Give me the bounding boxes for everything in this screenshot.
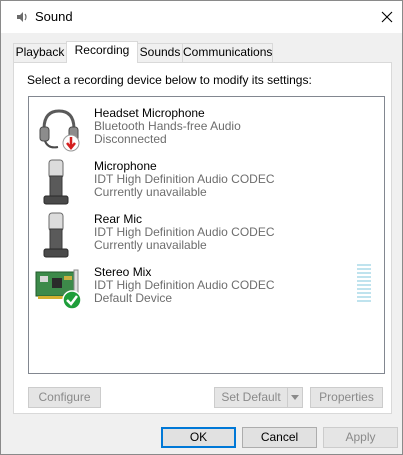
close-icon: [381, 11, 393, 23]
device-name: Headset Microphone: [94, 106, 205, 120]
tab-playback[interactable]: Playback: [13, 43, 67, 62]
device-status: Disconnected: [94, 132, 167, 146]
headset-microphone-icon: [39, 109, 80, 152]
set-default-button[interactable]: Set Default: [214, 387, 288, 408]
chevron-down-icon: [291, 395, 299, 400]
microphone-icon: [43, 212, 69, 258]
device-description: IDT High Definition Audio CODEC: [94, 172, 275, 186]
list-item-rear-mic[interactable]: Rear Mic IDT High Definition Audio CODEC…: [32, 207, 382, 260]
tab-recording[interactable]: Recording: [66, 41, 138, 63]
tab-sounds[interactable]: Sounds: [137, 43, 183, 62]
device-status: Currently unavailable: [94, 185, 207, 199]
ok-button[interactable]: OK: [161, 427, 236, 448]
sound-card-icon: [35, 269, 82, 310]
device-status: Currently unavailable: [94, 238, 207, 252]
list-item-microphone[interactable]: Microphone IDT High Definition Audio COD…: [32, 154, 382, 207]
configure-button[interactable]: Configure: [28, 387, 101, 408]
list-item-stereo-mix[interactable]: Stereo Mix IDT High Definition Audio COD…: [32, 260, 382, 313]
device-list[interactable]: Headset Microphone Bluetooth Hands-free …: [28, 96, 385, 374]
device-description: IDT High Definition Audio CODEC: [94, 225, 275, 239]
speaker-icon: [17, 12, 27, 22]
device-name: Stereo Mix: [94, 265, 152, 279]
cancel-button[interactable]: Cancel: [242, 427, 317, 448]
sound-dialog: Sound Playback Recording Sounds Communic…: [0, 0, 403, 455]
microphone-icon: [43, 159, 69, 205]
list-item-headset-microphone[interactable]: Headset Microphone Bluetooth Hands-free …: [32, 101, 382, 154]
device-description: Bluetooth Hands-free Audio: [94, 119, 241, 133]
device-status: Default Device: [94, 291, 173, 305]
device-description: IDT High Definition Audio CODEC: [94, 278, 275, 292]
recording-panel: Select a recording device below to modif…: [13, 62, 392, 414]
apply-button[interactable]: Apply: [323, 427, 398, 448]
title-bar[interactable]: Sound: [1, 1, 402, 33]
properties-button[interactable]: Properties: [310, 387, 383, 408]
tab-communications[interactable]: Communications: [182, 43, 273, 62]
set-default-dropdown[interactable]: [287, 387, 303, 408]
level-meter: [357, 264, 371, 306]
device-name: Microphone: [94, 159, 157, 173]
instruction-text: Select a recording device below to modif…: [27, 73, 312, 87]
close-button[interactable]: [372, 1, 402, 33]
device-name: Rear Mic: [94, 212, 143, 226]
window-title: Sound: [35, 9, 73, 24]
